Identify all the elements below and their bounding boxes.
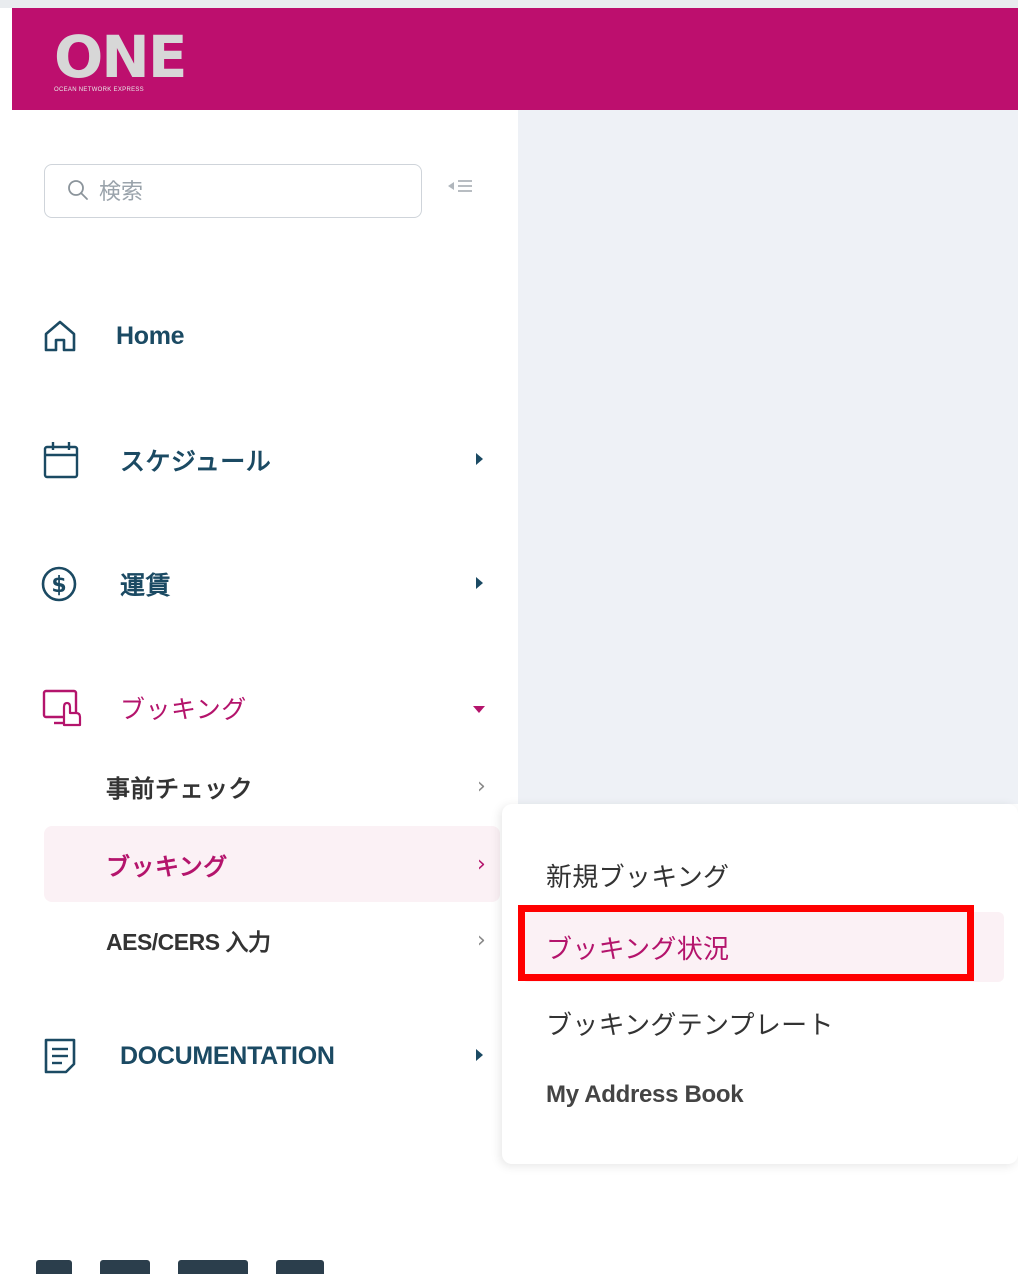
nav-label-fare: 運賃 (120, 571, 172, 600)
nav-item-schedule[interactable]: スケジュール (40, 432, 500, 488)
chevron-right-icon: › (477, 927, 486, 953)
caret-right-icon (475, 1048, 485, 1067)
svg-text:$: $ (51, 573, 66, 598)
chevron-right-icon: › (477, 773, 486, 799)
flyout-item-address-book[interactable]: My Address Book (522, 1060, 1004, 1130)
home-icon (40, 316, 90, 356)
dollar-icon: $ (40, 564, 90, 604)
nav-label-home: Home (116, 321, 185, 350)
next-nav-item-peek (36, 1260, 324, 1274)
submenu-item-precheck[interactable]: 事前チェック › (44, 748, 500, 824)
nav-label-schedule: スケジュール (120, 447, 272, 476)
calendar-icon (40, 440, 90, 480)
top-border (0, 0, 1018, 8)
search-icon (67, 179, 89, 206)
submenu-label-booking: ブッキング (106, 852, 228, 881)
flyout-item-booking-template[interactable]: ブッキングテンプレート (522, 988, 1004, 1058)
flyout-label-new-booking: 新規ブッキング (546, 862, 730, 893)
nav-item-booking[interactable]: ブッキング (40, 680, 500, 736)
submenu-label-precheck: 事前チェック (106, 774, 253, 803)
collapse-sidebar-icon[interactable] (448, 178, 472, 199)
flyout-item-new-booking[interactable]: 新規ブッキング (522, 840, 1004, 910)
caret-down-icon (472, 702, 486, 720)
submenu-item-aes-cers[interactable]: AES/CERS 入力 › (44, 902, 500, 978)
sidebar: Home スケジュール $ 運賃 ブッキング 事前チェック › (0, 110, 518, 1274)
nav-item-fare[interactable]: $ 運賃 (40, 556, 500, 612)
submenu-item-booking[interactable]: ブッキング › (44, 826, 500, 902)
main-content-area (518, 110, 1018, 804)
logo-wordmark: ONE (54, 23, 187, 91)
flyout-label-booking-template: ブッキングテンプレート (546, 1010, 834, 1041)
nav-item-home[interactable]: Home (40, 308, 500, 364)
search-box[interactable] (44, 164, 422, 218)
caret-right-icon (475, 576, 485, 595)
nav-label-documentation: DOCUMENTATION (120, 1041, 335, 1070)
flyout-label-address-book: My Address Book (546, 1081, 744, 1108)
nav-label-booking: ブッキング (120, 695, 247, 724)
chevron-right-icon: › (477, 851, 486, 877)
submenu-label-aes-cers: AES/CERS 入力 (106, 929, 271, 955)
document-icon (40, 1036, 90, 1076)
one-logo[interactable]: ONE OCEAN NETWORK EXPRESS (54, 23, 187, 93)
nav-item-documentation[interactable]: DOCUMENTATION (40, 1028, 500, 1084)
booking-icon (40, 688, 90, 728)
search-input[interactable] (97, 173, 401, 211)
app-header: ONE OCEAN NETWORK EXPRESS (12, 8, 1018, 110)
highlight-box (518, 905, 974, 981)
caret-right-icon (475, 452, 485, 471)
booking-flyout-menu: 新規ブッキング ブッキング状況 ブッキングテンプレート My Address B… (502, 804, 1018, 1164)
